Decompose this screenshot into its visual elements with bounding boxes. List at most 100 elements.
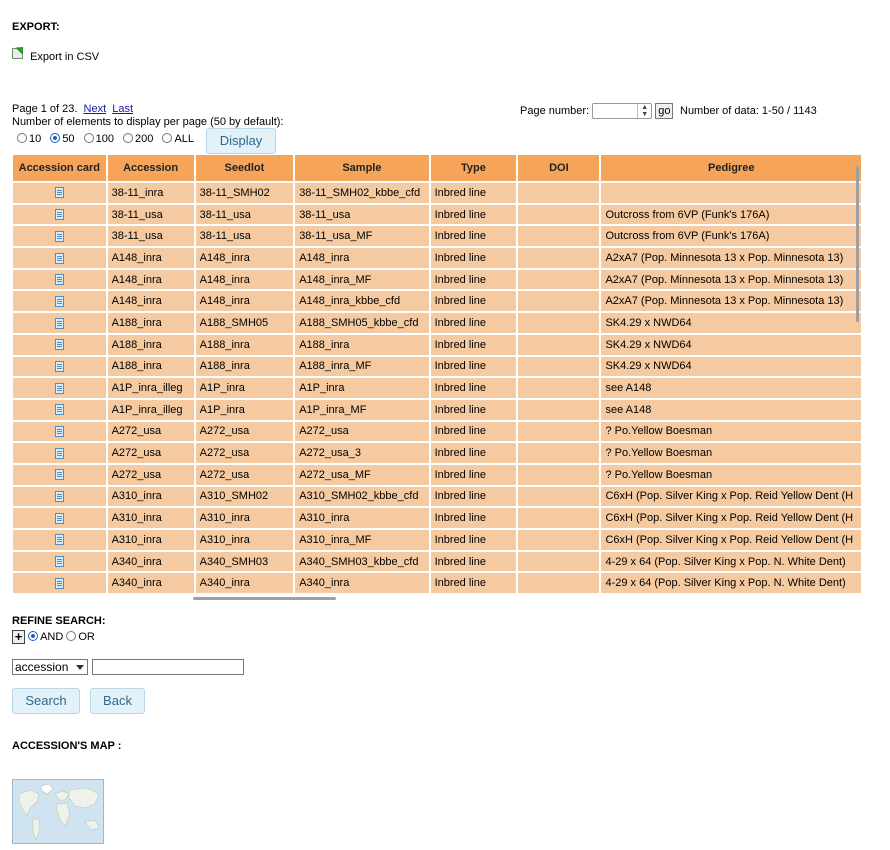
field-select[interactable]: accession: [12, 659, 88, 675]
table-horizontal-scrollbar[interactable]: [193, 597, 336, 600]
col-header-seedlot[interactable]: Seedlot: [195, 155, 294, 181]
cell-pedigree: see A148: [601, 399, 861, 420]
cell-accession: A340_inra: [107, 551, 194, 572]
cell-seedlot: A272_usa: [195, 421, 294, 442]
export-csv-link[interactable]: Export in CSV: [12, 43, 99, 63]
criteria-input[interactable]: [92, 659, 245, 675]
cell-sample: 38-11_usa: [295, 204, 429, 225]
accession-card-icon[interactable]: [54, 426, 64, 437]
cell-sample: A188_inra: [295, 334, 429, 355]
add-criteria-button[interactable]: +: [12, 630, 25, 644]
world-map-thumbnail[interactable]: [12, 779, 104, 844]
cell-sample: A148_inra: [295, 248, 429, 268]
cell-pedigree: A2xA7 (Pop. Minnesota 13 x Pop. Minnesot…: [601, 291, 861, 312]
per-page-option-200[interactable]: 200: [123, 133, 153, 145]
accession-card-icon[interactable]: [54, 512, 64, 524]
accession-card-icon[interactable]: [54, 404, 64, 416]
spinner-arrows-icon[interactable]: ▲ ▼: [637, 104, 651, 118]
cell-seedlot: A310_inra: [195, 530, 294, 550]
radio-icon[interactable]: [17, 133, 27, 143]
cell-doi: [518, 508, 600, 528]
accession-card-icon[interactable]: [54, 339, 64, 351]
cell-doi: [518, 399, 600, 420]
display-button[interactable]: Display: [206, 128, 276, 154]
accession-card-icon[interactable]: [54, 209, 64, 221]
cell-accession-card: [13, 183, 106, 203]
accession-card-icon[interactable]: [54, 187, 64, 199]
cell-accession: A188_inra: [107, 313, 194, 333]
page-info-row: Page 1 of 23. Next Last: [12, 103, 133, 115]
cell-accession-card: [13, 248, 106, 268]
radio-icon[interactable]: [123, 133, 134, 143]
results-table-container[interactable]: Accession card Accession Seedlot Sample …: [11, 153, 863, 600]
cell-doi: [518, 573, 600, 594]
operator-or[interactable]: OR: [66, 630, 95, 643]
page-number-input[interactable]: ▲ ▼: [592, 103, 653, 119]
accession-card-icon[interactable]: [54, 382, 64, 394]
table-row: A272_usa A272_usa A272_usa_3 Inbred line? P…: [13, 443, 861, 463]
table-row: A272_usa A272_usa A272_usa_MF Inbred line? …: [13, 464, 861, 485]
per-page-option-50[interactable]: 50: [50, 133, 75, 145]
cell-doi: [518, 226, 600, 247]
back-button[interactable]: Back: [90, 688, 145, 714]
export-csv-icon[interactable]: [12, 43, 27, 60]
table-row: A148_inra A148_inra A148_inra_kbbe_cfd Inbr…: [13, 291, 861, 312]
table-row: A188_inra A188_inra A188_inra_MF Inbred lin…: [13, 356, 861, 377]
col-header-doi[interactable]: DOI: [518, 155, 600, 181]
next-page-link[interactable]: Next: [84, 103, 107, 115]
accession-card-icon[interactable]: [54, 447, 64, 459]
table-row: A1P_inra_illeg A1P_inra A1P_inra_MF Inbred …: [13, 399, 861, 420]
accession-card-icon[interactable]: [54, 252, 64, 264]
per-page-option-all[interactable]: ALL: [162, 133, 194, 145]
field-select-value: accession: [15, 660, 69, 674]
cell-accession-card: [13, 356, 106, 377]
cell-accession: A310_inra: [107, 508, 194, 528]
page-number-row: Page number: ▲ ▼ go: [520, 103, 674, 119]
cell-sample: 38-11_usa_MF: [295, 226, 429, 247]
radio-icon[interactable]: [66, 630, 77, 641]
accession-card-icon[interactable]: [54, 469, 64, 481]
cell-accession: A148_inra: [107, 269, 194, 290]
col-header-type[interactable]: Type: [430, 155, 517, 181]
cell-seedlot: 38-11_usa: [195, 226, 294, 247]
radio-icon[interactable]: [83, 133, 94, 143]
col-header-accession-card[interactable]: Accession card: [13, 155, 106, 181]
per-page-option-100[interactable]: 100: [83, 133, 114, 145]
export-heading: EXPORT:: [12, 21, 60, 33]
cell-sample: A272_usa_3: [295, 443, 429, 463]
accession-card-icon[interactable]: [54, 556, 64, 568]
accession-card-icon[interactable]: [54, 317, 64, 329]
radio-selected-icon[interactable]: [28, 630, 39, 641]
cell-doi: [518, 334, 600, 355]
cell-accession: A310_inra: [107, 530, 194, 550]
cell-type: Inbred line: [430, 313, 517, 333]
col-header-accession[interactable]: Accession: [107, 155, 194, 181]
per-page-option-10[interactable]: 10: [17, 133, 41, 145]
accession-card-icon[interactable]: [54, 360, 64, 372]
table-vertical-scrollbar[interactable]: [856, 166, 859, 322]
go-button[interactable]: go: [655, 103, 674, 119]
export-csv-label[interactable]: Export in CSV: [30, 51, 99, 63]
last-page-link[interactable]: Last: [112, 103, 133, 115]
cell-accession-card: [13, 551, 106, 572]
accession-card-icon[interactable]: [54, 274, 64, 286]
cell-accession-card: [13, 378, 106, 398]
search-button[interactable]: Search: [12, 688, 80, 714]
radio-icon[interactable]: [162, 133, 173, 143]
col-header-pedigree[interactable]: Pedigree: [601, 155, 861, 181]
cell-accession: A272_usa: [107, 421, 194, 442]
col-header-sample[interactable]: Sample: [295, 155, 429, 181]
accession-card-icon[interactable]: [54, 295, 64, 307]
cell-accession-card: [13, 464, 106, 485]
operator-and[interactable]: AND: [28, 630, 63, 643]
accession-card-icon[interactable]: [54, 491, 64, 503]
radio-selected-icon[interactable]: [50, 133, 61, 143]
accession-card-icon[interactable]: [54, 534, 64, 546]
table-row: 38-11_usa 38-11_usa 38-11_usa_MF Inbred lin…: [13, 226, 861, 247]
cell-type: Inbred line: [430, 399, 517, 420]
accession-card-icon[interactable]: [54, 230, 64, 242]
table-row: A148_inra A148_inra A148_inra_MF Inbred lin…: [13, 269, 861, 290]
cell-type: Inbred line: [430, 551, 517, 572]
accession-card-icon[interactable]: [54, 577, 64, 589]
per-page-option-label: 100: [95, 133, 114, 145]
